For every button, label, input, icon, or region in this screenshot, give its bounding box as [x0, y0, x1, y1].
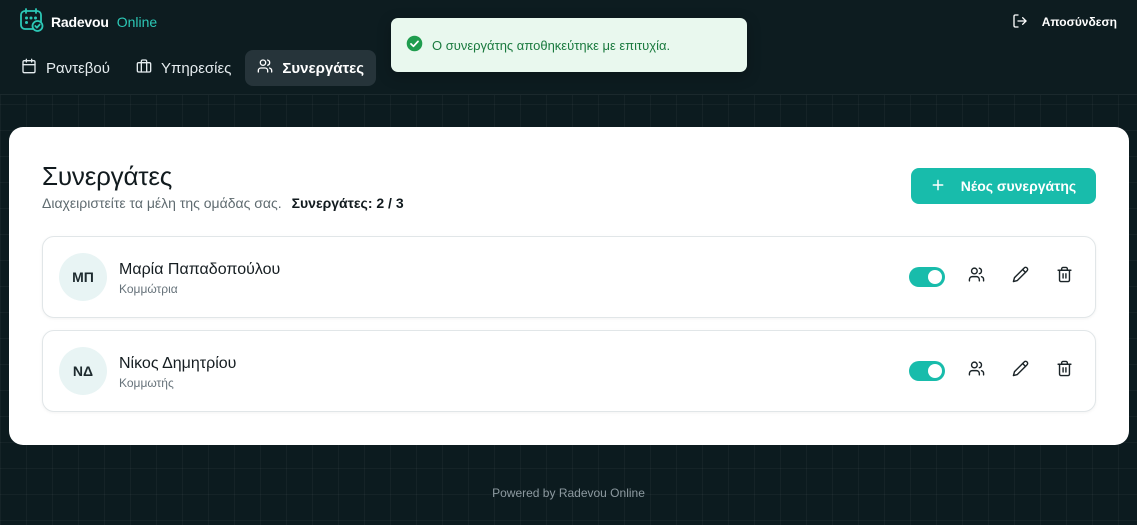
subtitle-text: Διαχειριστείτε τα μέλη της ομάδας σας.	[42, 195, 282, 211]
nav-label: Ραντεβού	[46, 59, 110, 77]
nav-label: Υπηρεσίες	[160, 59, 232, 77]
partners-card: Συνεργάτες Διαχειριστείτε τα μέλη της ομ…	[9, 127, 1129, 445]
edit-button[interactable]	[1007, 358, 1033, 384]
pencil-icon	[1012, 266, 1029, 288]
partner-row: ΝΔ Νίκος Δημητρίου Κομμωτής	[42, 330, 1096, 412]
page-subtitle: Διαχειριστείτε τα μέλη της ομάδας σας. Συ…	[42, 195, 404, 211]
trash-icon	[1056, 266, 1073, 288]
assign-users-button[interactable]	[963, 358, 989, 384]
row-actions	[909, 359, 1077, 383]
delete-button[interactable]	[1051, 264, 1077, 290]
briefcase-icon	[136, 58, 152, 78]
footer: Powered by Radevou Online	[492, 486, 645, 500]
main-nav: Ραντεβού Υπηρεσίες Συνεργάτες	[9, 50, 377, 86]
logout-button[interactable]: Αποσύνδεση	[1012, 12, 1117, 32]
check-circle-icon	[406, 35, 423, 55]
calendar-logo-icon	[19, 7, 45, 38]
partner-name: Μαρία Παπαδοπούλου	[119, 261, 281, 278]
calendar-icon	[21, 58, 37, 78]
page-title: Συνεργάτες	[42, 161, 173, 191]
partner-role: Κομμώτρια	[119, 282, 178, 296]
active-toggle[interactable]	[909, 361, 945, 381]
active-toggle[interactable]	[909, 267, 945, 287]
pencil-icon	[1012, 360, 1029, 382]
success-toast: Ο συνεργάτης αποθηκεύτηκε με επιτυχία.	[391, 18, 747, 72]
users-icon	[257, 58, 273, 78]
partner-role: Κομμωτής	[119, 376, 174, 390]
brand-accent: Online	[116, 14, 158, 30]
users-icon	[968, 266, 985, 288]
new-partner-label: Νέος συνεργάτης	[960, 178, 1077, 194]
avatar: ΜΠ	[59, 253, 107, 301]
edit-button[interactable]	[1007, 264, 1033, 290]
delete-button[interactable]	[1051, 358, 1077, 384]
toggle-knob	[928, 364, 942, 378]
toggle-knob	[928, 270, 942, 284]
avatar: ΝΔ	[59, 347, 107, 395]
logout-icon	[1012, 13, 1028, 32]
plus-icon	[931, 178, 945, 195]
nav-item-services[interactable]: Υπηρεσίες	[124, 50, 243, 86]
nav-label: Συνεργάτες	[282, 59, 365, 77]
partner-row: ΜΠ Μαρία Παπαδοπούλου Κομμώτρια	[42, 236, 1096, 318]
logout-label: Αποσύνδεση	[1041, 15, 1117, 29]
partner-count: Συνεργάτες: 2 / 3	[291, 195, 404, 211]
new-partner-button[interactable]: Νέος συνεργάτης	[911, 168, 1096, 204]
toast-message: Ο συνεργάτης αποθηκεύτηκε με επιτυχία.	[432, 37, 671, 53]
nav-item-appointments[interactable]: Ραντεβού	[9, 50, 122, 86]
brand-logo[interactable]: Radevou Online	[19, 7, 158, 38]
brand-name: Radevou	[51, 14, 109, 30]
nav-item-partners[interactable]: Συνεργάτες	[245, 50, 377, 86]
users-icon	[968, 360, 985, 382]
trash-icon	[1056, 360, 1073, 382]
assign-users-button[interactable]	[963, 264, 989, 290]
partner-name: Νίκος Δημητρίου	[119, 355, 237, 372]
row-actions	[909, 265, 1077, 289]
